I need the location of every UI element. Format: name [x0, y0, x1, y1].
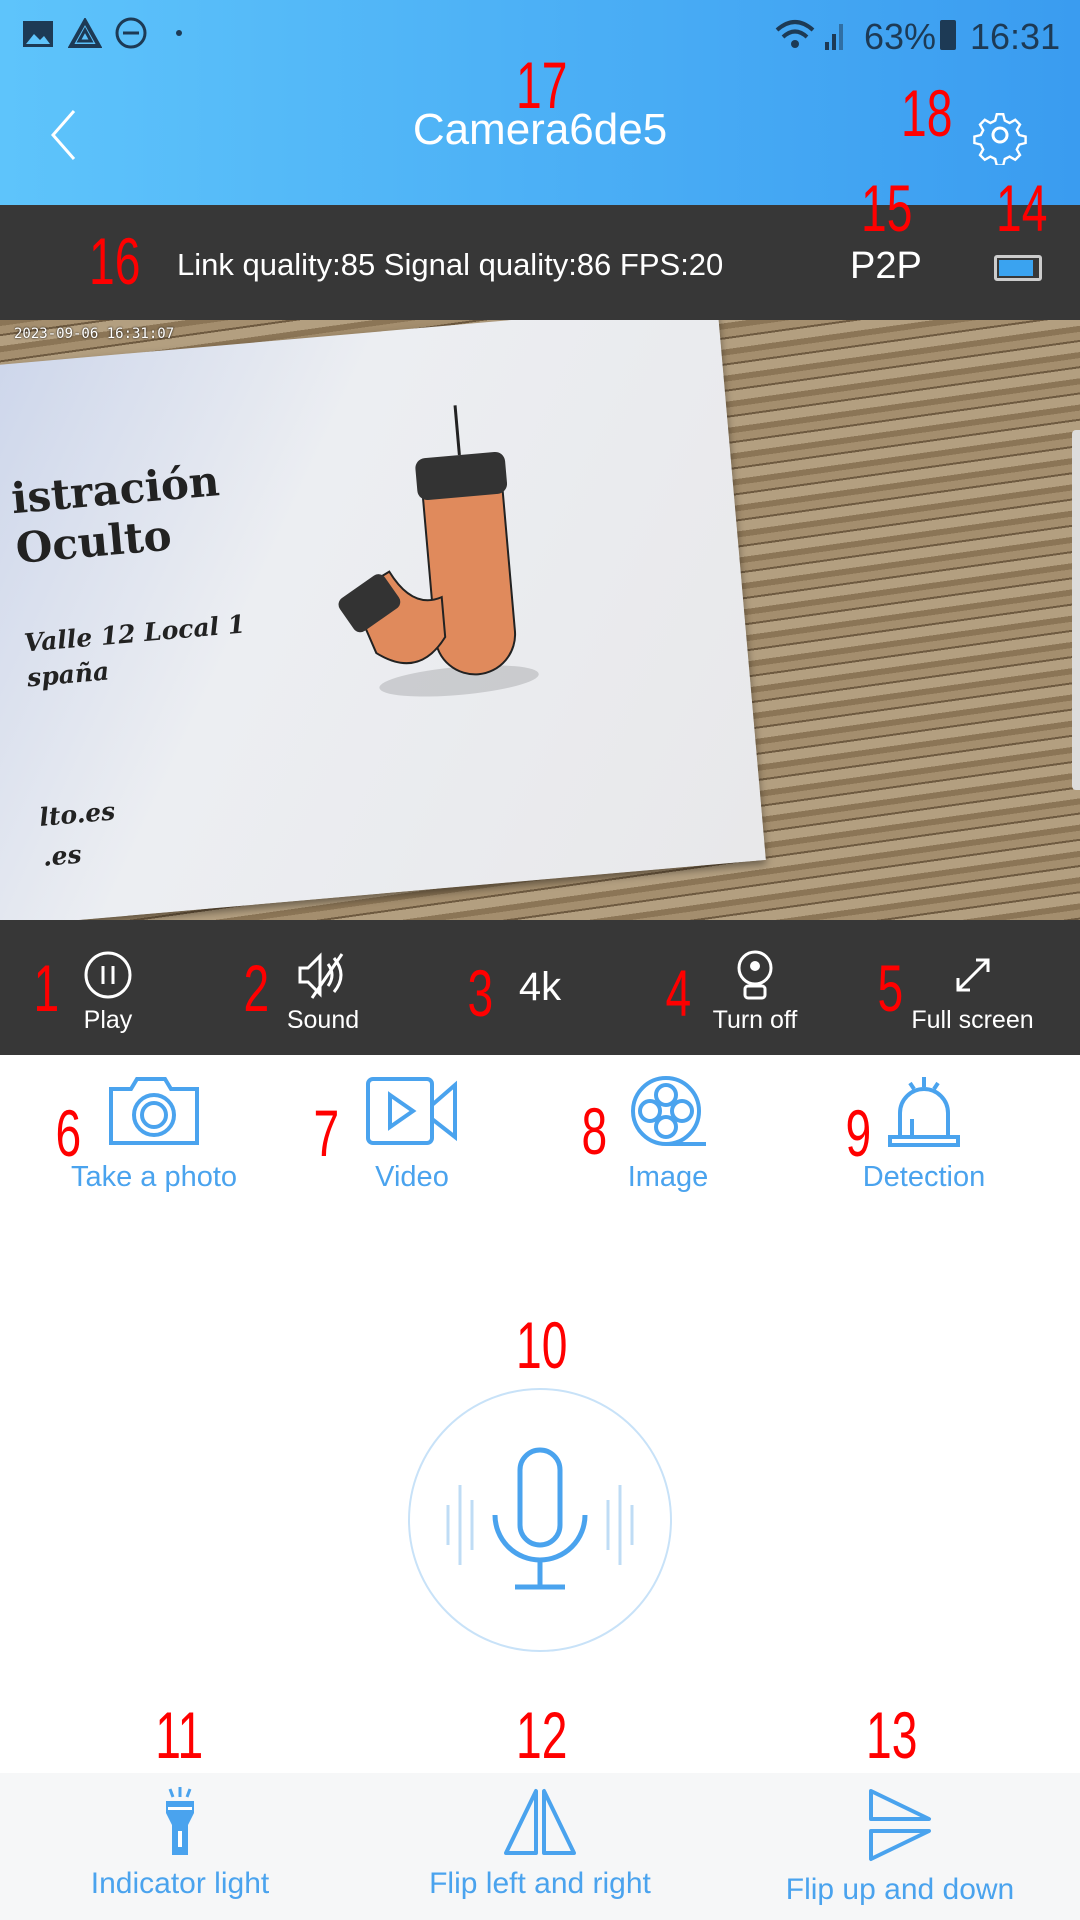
- video-label: Video: [375, 1161, 449, 1193]
- indicator-light-button[interactable]: Indicator light: [60, 1787, 300, 1901]
- talk-button[interactable]: [408, 1388, 672, 1652]
- flip-up-down-button[interactable]: Flip up and down: [770, 1787, 1030, 1907]
- annotation-label: 2: [243, 951, 270, 1025]
- annotation-label: 16: [89, 224, 141, 298]
- video-frame-card: istración Oculto Valle 12 Local 1 spaña …: [0, 320, 766, 920]
- annotation-label: 11: [155, 1698, 204, 1772]
- bottom-toolbar: Indicator light Flip left and right Flip…: [0, 1773, 1080, 1920]
- card-text: spaña: [25, 656, 111, 693]
- annotation-label: 17: [516, 48, 568, 122]
- pause-circle-icon: [84, 951, 132, 999]
- card-text: Valle 12 Local 1: [22, 609, 247, 658]
- turn-off-label: Turn off: [712, 1006, 798, 1034]
- take-photo-button[interactable]: Take a photo: [54, 1075, 254, 1194]
- annotation-label: 5: [877, 951, 904, 1025]
- gear-icon[interactable]: [970, 105, 1030, 165]
- flip-up-down-label: Flip up and down: [785, 1873, 1015, 1906]
- notification-dot: [176, 30, 182, 36]
- dnd-icon: [115, 17, 147, 49]
- video-icon: [366, 1077, 457, 1145]
- battery-icon: [940, 20, 956, 50]
- playback-control-bar: Play Sound 4k Turn off Full screen: [0, 920, 1080, 1055]
- annotation-label: 8: [581, 1094, 608, 1168]
- play-label: Play: [83, 1006, 133, 1034]
- annotation-label: 14: [996, 171, 1048, 245]
- full-screen-button[interactable]: Full screen: [900, 920, 1045, 1055]
- detection-label: Detection: [862, 1161, 986, 1193]
- expand-icon: [956, 958, 989, 992]
- annotation-label: 7: [313, 1096, 340, 1170]
- flip-left-right-button[interactable]: Flip left and right: [400, 1787, 680, 1901]
- connection-info-bar: Link quality:85 Signal quality:86 FPS:20…: [0, 205, 1080, 320]
- connection-mode: P2P: [850, 245, 922, 287]
- flip-horizontal-icon: [504, 1789, 576, 1855]
- annotation-label: 13: [866, 1698, 918, 1772]
- annotation-label: 9: [845, 1096, 872, 1170]
- camera-off-icon: [737, 950, 773, 1000]
- card-text: .es: [41, 839, 83, 872]
- alarm-icon: [888, 1077, 960, 1147]
- camera-icon: [109, 1077, 199, 1145]
- take-photo-label: Take a photo: [70, 1161, 238, 1193]
- sound-button[interactable]: Sound: [273, 920, 373, 1055]
- camera-live-view[interactable]: istración Oculto Valle 12 Local 1 spaña …: [0, 320, 1080, 920]
- annotation-label: 18: [901, 76, 953, 150]
- video-timestamp: 2023-09-06 16:31:07: [14, 326, 175, 342]
- annotation-label: 10: [516, 1308, 568, 1382]
- video-button[interactable]: Video: [312, 1075, 512, 1194]
- card-text: istración: [9, 456, 222, 524]
- image-label: Image: [627, 1161, 709, 1193]
- annotation-label: 6: [55, 1096, 82, 1170]
- clock: 16:31: [970, 16, 1061, 57]
- annotation-label: 12: [516, 1698, 568, 1772]
- battery-percent: 63%: [864, 16, 937, 57]
- turn-off-button[interactable]: Turn off: [700, 920, 810, 1055]
- annotation-label: 4: [665, 956, 692, 1030]
- connection-stats: Link quality:85 Signal quality:86 FPS:20: [177, 247, 724, 282]
- device-battery-icon: [994, 255, 1042, 281]
- annotation-label: 15: [861, 171, 913, 245]
- card-text: lto.es: [38, 796, 117, 832]
- resolution-button[interactable]: 4k: [500, 920, 580, 1055]
- sound-label: Sound: [286, 1006, 360, 1034]
- wifi-signal-icon: [775, 20, 843, 50]
- full-screen-label: Full screen: [911, 1006, 1034, 1034]
- sound-muted-icon: [298, 952, 344, 999]
- earpiece-illustration: [338, 405, 539, 697]
- drive-icon: [68, 18, 102, 48]
- flip-left-right-label: Flip left and right: [429, 1867, 651, 1900]
- gallery-icon: [23, 21, 53, 47]
- flashlight-icon: [166, 1787, 194, 1855]
- indicator-light-label: Indicator light: [90, 1867, 270, 1900]
- annotation-label: 3: [467, 956, 494, 1030]
- film-reel-icon: [631, 1076, 706, 1146]
- side-scroll-handle[interactable]: [1072, 430, 1080, 790]
- play-button[interactable]: Play: [58, 920, 158, 1055]
- flip-vertical-icon: [869, 1789, 931, 1861]
- microphone-icon: [446, 1447, 634, 1590]
- annotation-label: 1: [33, 951, 60, 1025]
